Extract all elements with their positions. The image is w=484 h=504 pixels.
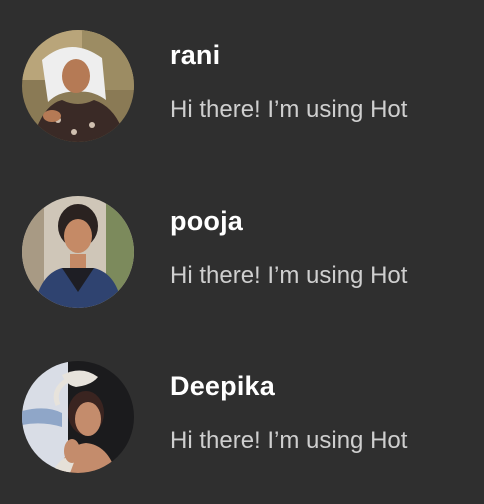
contact-list: rani Hi there! I’m using Hot pooja Hi th…	[0, 0, 484, 504]
avatar-photo-icon	[22, 30, 134, 142]
contact-item-pooja[interactable]: pooja Hi there! I’m using Hot	[0, 178, 484, 328]
avatar[interactable]	[22, 196, 134, 308]
contact-item-deepika[interactable]: Deepika Hi there! I’m using Hot	[0, 343, 484, 493]
avatar[interactable]	[22, 361, 134, 473]
avatar-photo-icon	[22, 361, 134, 473]
contact-item-rani[interactable]: rani Hi there! I’m using Hot	[0, 12, 484, 162]
avatar[interactable]	[22, 30, 134, 142]
contact-name: rani	[170, 40, 221, 70]
contact-name: Deepika	[170, 371, 275, 401]
contact-status: Hi there! I’m using Hot	[170, 262, 408, 289]
contact-name: pooja	[170, 206, 243, 236]
contact-status: Hi there! I’m using Hot	[170, 96, 408, 123]
contact-status: Hi there! I’m using Hot	[170, 427, 408, 454]
avatar-photo-icon	[22, 196, 134, 308]
